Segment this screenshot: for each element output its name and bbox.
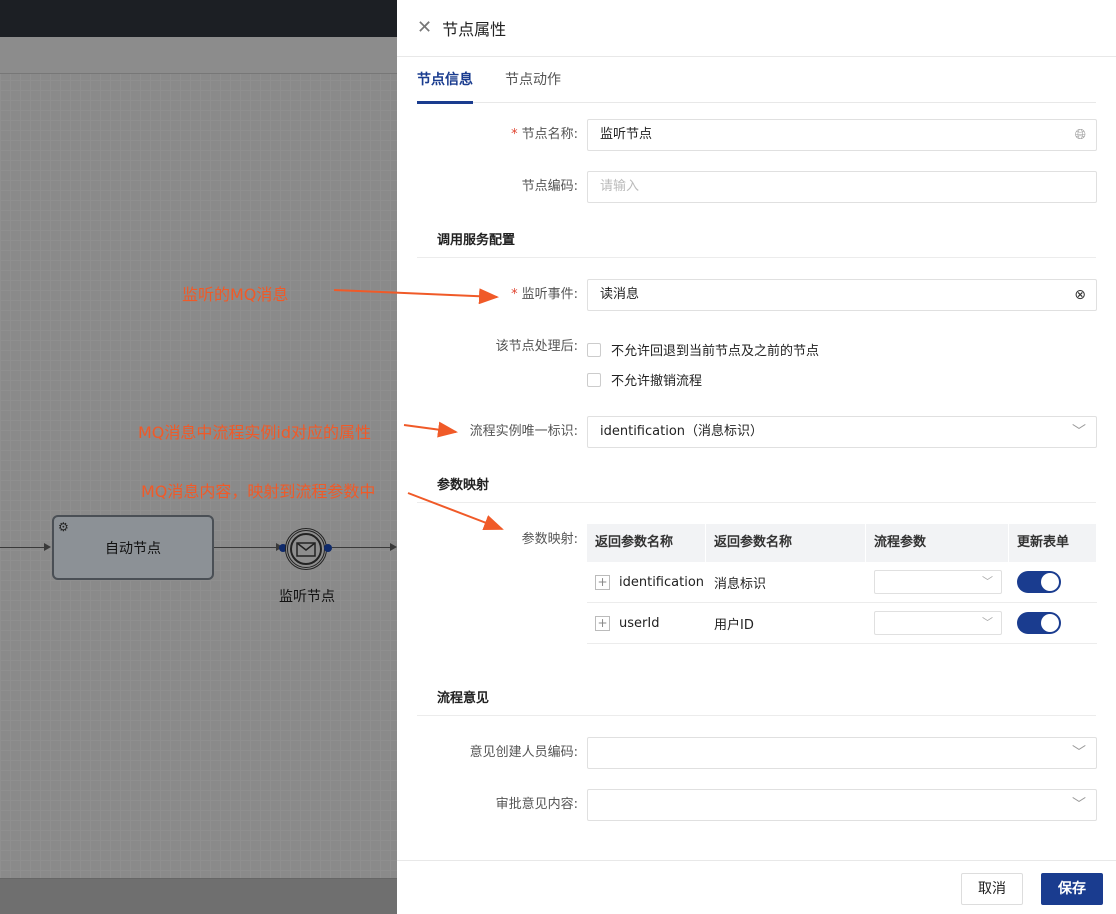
annotation-instance-id: MQ消息中流程实例id对应的属性 [138, 423, 372, 442]
opinion-creator-label: 意见创建人员编码: [469, 745, 578, 760]
table-row: + identification 消息标识 ﹀ [587, 562, 1097, 603]
param-mapping-table: 返回参数名称 返回参数名称 流程参数 更新表单 + identification … [587, 524, 1097, 644]
gear-icon: ⚙ [58, 520, 69, 534]
panel-footer: 取消 保存 [397, 860, 1116, 914]
node-properties-panel: ✕ 节点属性 节点信息 节点动作 * 节点名称: 监听节点 🌐︎ 节点编码: 请输… [397, 0, 1116, 914]
tab-node-action[interactable]: 节点动作 [505, 57, 561, 103]
section-service-config: 调用服务配置 [417, 224, 1096, 258]
canvas-toolbar [0, 37, 397, 74]
node-code-label: 节点编码: [521, 179, 578, 194]
listen-event-input[interactable]: 读消息 ⊗ [587, 279, 1097, 311]
annotation-content-mapping: MQ消息内容，映射到流程参数中 [141, 482, 376, 501]
expand-icon[interactable]: + [595, 615, 610, 631]
sequence-flow-out-arrow [390, 543, 397, 551]
cancel-button[interactable]: 取消 [961, 873, 1023, 905]
panel-tabs: 节点信息 节点动作 [417, 57, 1096, 104]
section-process-opinion: 流程意见 [417, 682, 1096, 716]
process-canvas: ⚙ 自动节点 监听节点 [0, 0, 397, 914]
canvas-footer-bar [0, 878, 397, 914]
instance-id-label: 流程实例唯一标识: [469, 424, 578, 439]
panel-header: ✕ 节点属性 [397, 0, 1116, 57]
checkbox-box[interactable] [587, 372, 601, 387]
param-desc: 消息标识 [714, 576, 767, 592]
sequence-flow-out [332, 547, 390, 548]
node-name-input[interactable]: 监听节点 🌐︎ [587, 119, 1097, 151]
column-header: 返回参数名称 [706, 524, 866, 562]
task-node-label: 自动节点 [105, 540, 161, 557]
canvas-top-bar [0, 0, 397, 37]
process-param-select[interactable]: ﹀ [874, 570, 1002, 594]
update-form-toggle[interactable] [1017, 571, 1061, 593]
checkbox-label: 不允许回退到当前节点及之前的节点 [611, 344, 820, 359]
sequence-flow-in-arrow [44, 543, 51, 551]
checkbox-no-revoke[interactable]: 不允许撤销流程 [587, 370, 702, 389]
opinion-creator-select[interactable]: ﹀ [587, 737, 1097, 769]
checkbox-label: 不允许撤销流程 [611, 374, 703, 389]
node-name-label: * 节点名称: [511, 127, 578, 142]
opinion-content-select[interactable]: ﹀ [587, 789, 1097, 821]
update-form-toggle[interactable] [1017, 612, 1061, 634]
panel-title: 节点属性 [442, 20, 507, 39]
connection-point-right [324, 544, 332, 552]
chevron-down-icon: ﹀ [982, 575, 993, 588]
param-name: identification [619, 574, 705, 590]
checkbox-no-rollback[interactable]: 不允许回退到当前节点及之前的节点 [587, 340, 819, 359]
param-desc: 用户ID [714, 617, 754, 633]
param-mapping-label: 参数映射: [521, 532, 578, 547]
close-icon[interactable]: ✕ [417, 19, 432, 37]
column-header: 流程参数 [866, 524, 1009, 562]
chevron-down-icon: ﹀ [1072, 745, 1086, 761]
chevron-down-icon: ﹀ [982, 616, 993, 629]
instance-id-select[interactable]: identification（消息标识） ﹀ [587, 416, 1097, 448]
sequence-flow-middle [214, 547, 278, 548]
expand-icon[interactable]: + [595, 574, 610, 590]
chevron-down-icon: ﹀ [1072, 797, 1086, 813]
save-button[interactable]: 保存 [1041, 873, 1103, 905]
listen-event-label: * 监听事件: [511, 287, 578, 302]
process-param-select[interactable]: ﹀ [874, 611, 1002, 635]
auto-task-node[interactable]: ⚙ 自动节点 [52, 515, 214, 580]
clear-circle-icon[interactable]: ⊗ [1074, 280, 1086, 310]
opinion-content-label: 审批意见内容: [495, 797, 578, 812]
sequence-flow-in [0, 547, 44, 548]
chevron-down-icon: ﹀ [1072, 424, 1086, 440]
checkbox-box[interactable] [587, 342, 601, 357]
node-code-input[interactable]: 请输入 [587, 171, 1097, 203]
message-event-node[interactable] [285, 528, 327, 570]
column-header: 更新表单 [1009, 524, 1097, 562]
annotation-mq-message: 监听的MQ消息 [182, 285, 289, 304]
tab-node-info[interactable]: 节点信息 [417, 57, 473, 104]
section-param-mapping: 参数映射 [417, 469, 1096, 503]
column-header: 返回参数名称 [587, 524, 706, 562]
event-node-label: 监听节点 [279, 589, 335, 605]
globe-icon[interactable]: 🌐︎ [1075, 120, 1086, 150]
after-process-label: 该节点处理后: [495, 339, 578, 354]
table-header: 返回参数名称 返回参数名称 流程参数 更新表单 [587, 524, 1097, 562]
envelope-icon [296, 541, 316, 557]
table-row: + userId 用户ID ﹀ [587, 603, 1097, 644]
param-name: userId [619, 615, 660, 631]
